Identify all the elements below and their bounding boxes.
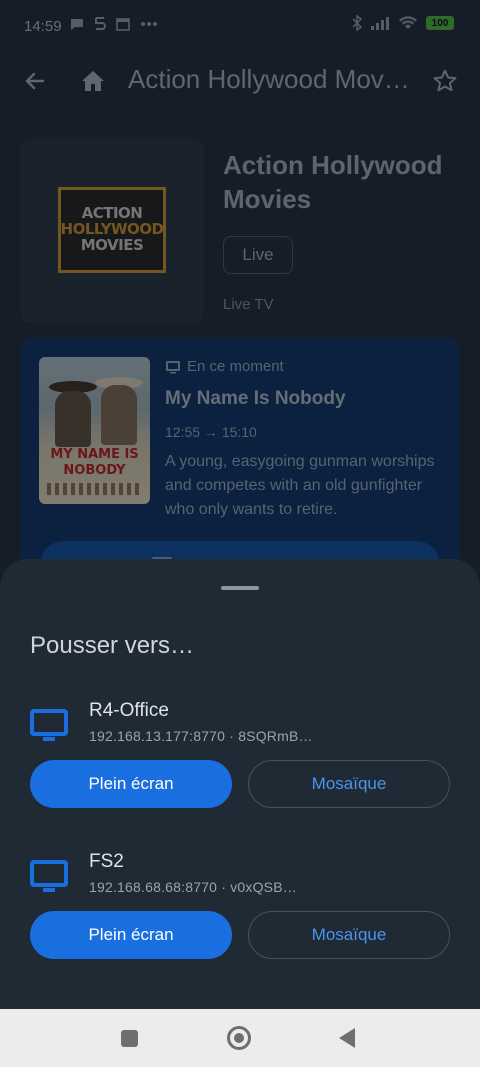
push-to-sheet: Pousser vers… R4-Office 192.168.13.177:8… [0, 559, 480, 1009]
fullscreen-button[interactable]: Plein écran [30, 911, 232, 959]
device-item: FS2 192.168.68.68:8770 · v0xQSB… Plein é… [0, 851, 480, 1001]
sheet-drag-handle[interactable] [221, 586, 259, 590]
back-button[interactable] [339, 1028, 355, 1048]
fullscreen-button[interactable]: Plein écran [30, 760, 232, 808]
recent-apps-button[interactable] [121, 1030, 138, 1047]
home-button[interactable] [227, 1026, 251, 1050]
device-address: 192.168.13.177:8770 · 8SQRmB… [89, 728, 313, 744]
device-item: R4-Office 192.168.13.177:8770 · 8SQRmB… … [0, 700, 480, 850]
mosaic-button[interactable]: Mosaïque [248, 911, 450, 959]
system-nav-bar [0, 1009, 480, 1067]
monitor-icon [30, 709, 68, 741]
device-name: FS2 [89, 851, 124, 872]
monitor-icon [30, 860, 68, 892]
device-address: 192.168.68.68:8770 · v0xQSB… [89, 879, 297, 895]
sheet-title: Pousser vers… [30, 632, 195, 659]
mosaic-button[interactable]: Mosaïque [248, 760, 450, 808]
device-name: R4-Office [89, 700, 169, 721]
